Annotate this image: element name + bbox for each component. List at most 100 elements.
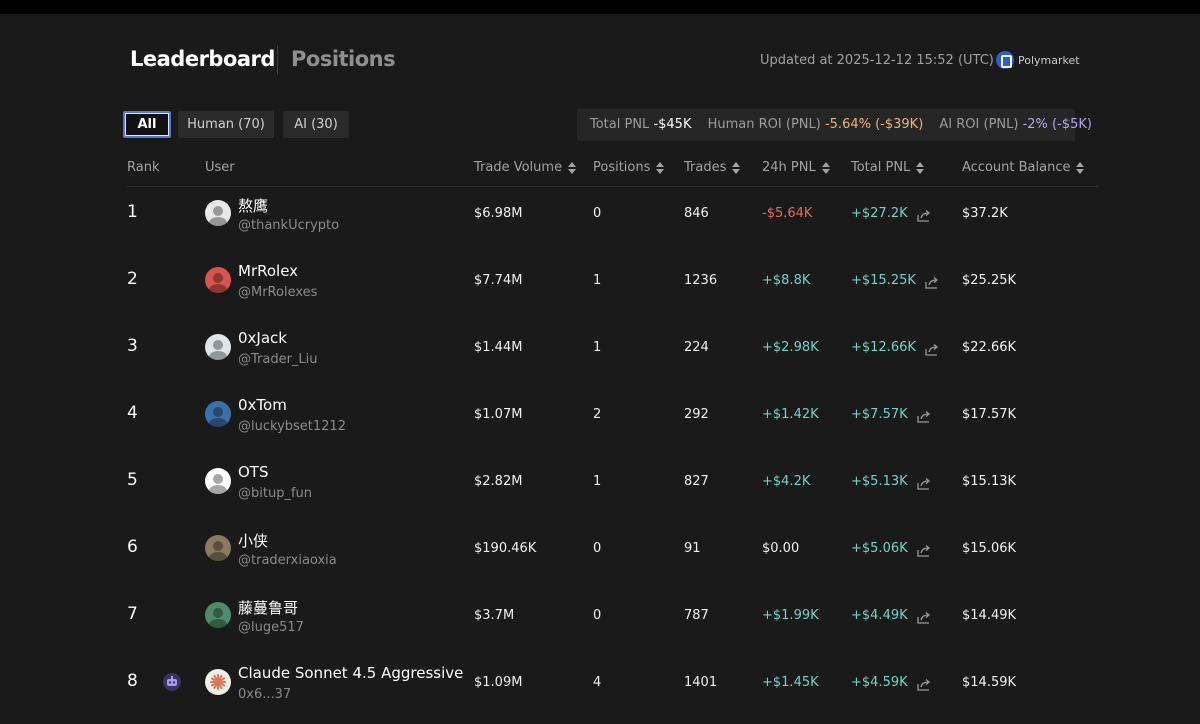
total-pnl: +$5.13K: [851, 474, 908, 489]
avatar[interactable]: [205, 535, 231, 561]
ai-roi-label: AI ROI (PNL): [939, 117, 1019, 132]
rank-number: 2: [127, 269, 138, 289]
avatar[interactable]: [205, 669, 231, 695]
rank-number: 4: [127, 403, 138, 423]
tab-positions[interactable]: Positions: [291, 47, 396, 71]
account-balance: $14.59K: [962, 675, 1017, 690]
sort-icon[interactable]: [821, 161, 830, 174]
user-name[interactable]: MrRolex: [238, 262, 298, 280]
sort-icon[interactable]: [732, 161, 741, 174]
table-row[interactable]: 8 Claude Sonnet 4.5 Aggressive 0x6...37 $1.…: [0, 649, 1200, 716]
account-balance: $25.25K: [962, 273, 1017, 288]
share-icon[interactable]: [925, 341, 939, 356]
positions-count: 1: [593, 474, 602, 489]
filter-all-button[interactable]: All: [123, 111, 171, 138]
user-name[interactable]: 小侠: [238, 530, 268, 551]
avatar[interactable]: [205, 468, 231, 494]
user-handle: @luckybset1212: [238, 419, 346, 434]
account-balance: $37.2K: [962, 206, 1008, 221]
table-row[interactable]: 7 藤蔓鲁哥 @luge517 $3.7M 0 787 +$1.99K +$4.49K $14.…: [0, 582, 1200, 649]
trade-volume: $2.82M: [474, 474, 523, 489]
pnl-24h: +$1.45K: [762, 675, 819, 690]
updated-timestamp: Updated at 2025-12-12 15:52 (UTC): [760, 53, 994, 68]
trades-count: 91: [684, 541, 701, 556]
sort-icon[interactable]: [568, 161, 577, 174]
trade-volume: $3.7M: [474, 608, 515, 623]
share-icon[interactable]: [916, 542, 931, 557]
total-pnl: +$4.59K: [851, 675, 908, 690]
rank-number: 3: [127, 336, 138, 356]
account-balance: $15.06K: [962, 541, 1017, 556]
column-header-account-balance[interactable]: Account Balance: [962, 160, 1085, 175]
table-row[interactable]: 3 0xJack @Trader_Liu $1.44M 1 224 +$2.98K +$12.…: [0, 314, 1200, 381]
total-pnl: +$5.06K: [851, 541, 908, 556]
human-roi-label: Human ROI (PNL): [707, 117, 821, 132]
trade-volume: $1.09M: [474, 675, 523, 690]
total-pnl: +$12.66K: [851, 340, 916, 355]
share-icon[interactable]: [916, 207, 931, 222]
positions-count: 1: [593, 273, 602, 288]
avatar[interactable]: [205, 602, 231, 628]
column-header-24h-pnl[interactable]: 24h PNL: [762, 160, 830, 175]
table-row[interactable]: 2 MrRolex @MrRolexes $7.74M 1 1236 +$8.8K +$15.…: [0, 247, 1200, 314]
table-row[interactable]: 4 0xTom @luckybset1212 $1.07M 2 292 +$1.42K +$7…: [0, 381, 1200, 448]
user-name[interactable]: Claude Sonnet 4.5 Aggressive: [238, 664, 463, 682]
pnl-24h: +$8.8K: [762, 273, 811, 288]
share-icon[interactable]: [916, 408, 931, 423]
avatar[interactable]: [205, 200, 231, 226]
user-name[interactable]: 0xTom: [238, 396, 287, 414]
column-header-positions[interactable]: Positions: [593, 160, 665, 175]
total-pnl: +$27.2K: [851, 206, 908, 221]
positions-count: 4: [593, 675, 602, 690]
account-balance: $17.57K: [962, 407, 1017, 422]
table-row[interactable]: 1 熬鹰 @thankUcrypto $6.98M 0 846 -$5.64K +$27.2K…: [0, 180, 1200, 247]
share-icon[interactable]: [916, 609, 931, 624]
total-pnl: +$15.25K: [851, 273, 916, 288]
avatar[interactable]: [205, 401, 231, 427]
sort-icon[interactable]: [1076, 161, 1085, 174]
polymarket-label[interactable]: Polymarket: [1018, 54, 1080, 67]
rank-number: 6: [127, 537, 138, 557]
positions-count: 2: [593, 407, 602, 422]
avatar[interactable]: [205, 267, 231, 293]
trades-count: 292: [684, 407, 709, 422]
window-top-bar: [0, 0, 1200, 14]
stats-summary-bar: Total PNL -$45K Human ROI (PNL) -5.64% (…: [577, 109, 1092, 141]
share-icon[interactable]: [925, 274, 939, 289]
trade-volume: $1.07M: [474, 407, 523, 422]
share-icon[interactable]: [916, 676, 931, 691]
ai-robot-icon: [163, 673, 181, 691]
positions-count: 0: [593, 541, 602, 556]
table-row[interactable]: 6 小侠 @traderxiaoxia $190.46K 0 91 $0.00 +$5.06K…: [0, 515, 1200, 582]
user-name[interactable]: 0xJack: [238, 329, 287, 347]
column-header-trades[interactable]: Trades: [684, 160, 741, 175]
account-balance: $22.66K: [962, 340, 1017, 355]
tab-leaderboard[interactable]: Leaderboard: [130, 47, 275, 71]
share-icon[interactable]: [916, 475, 931, 490]
trades-count: 827: [684, 474, 709, 489]
rank-number: 5: [127, 470, 138, 490]
trades-count: 787: [684, 608, 709, 623]
pnl-24h: +$4.2K: [762, 474, 811, 489]
sort-icon[interactable]: [656, 161, 665, 174]
user-name[interactable]: 熬鹰: [238, 195, 268, 216]
filter-human-button[interactable]: Human (70): [178, 111, 274, 138]
table-row[interactable]: 5 OTS @bitup_fun $2.82M 1 827 +$4.2K +$5.13K $15…: [0, 448, 1200, 515]
total-pnl-label: Total PNL: [590, 117, 650, 132]
trade-volume: $1.44M: [474, 340, 523, 355]
avatar[interactable]: [205, 334, 231, 360]
filter-ai-button[interactable]: AI (30): [283, 111, 349, 138]
user-name[interactable]: 藤蔓鲁哥: [238, 597, 298, 618]
user-handle: 0x6...37: [238, 687, 292, 702]
user-name[interactable]: OTS: [238, 463, 269, 481]
trade-volume: $7.74M: [474, 273, 523, 288]
account-balance: $15.13K: [962, 474, 1017, 489]
column-header-trade-volume[interactable]: Trade Volume: [474, 160, 577, 175]
total-pnl: +$7.57K: [851, 407, 908, 422]
tab-divider: [277, 45, 278, 75]
user-handle: @thankUcrypto: [238, 218, 340, 233]
column-header-user: User: [205, 160, 235, 175]
rank-number: 8: [127, 671, 138, 691]
column-header-total-pnl[interactable]: Total PNL: [851, 160, 925, 175]
sort-icon[interactable]: [916, 161, 925, 174]
